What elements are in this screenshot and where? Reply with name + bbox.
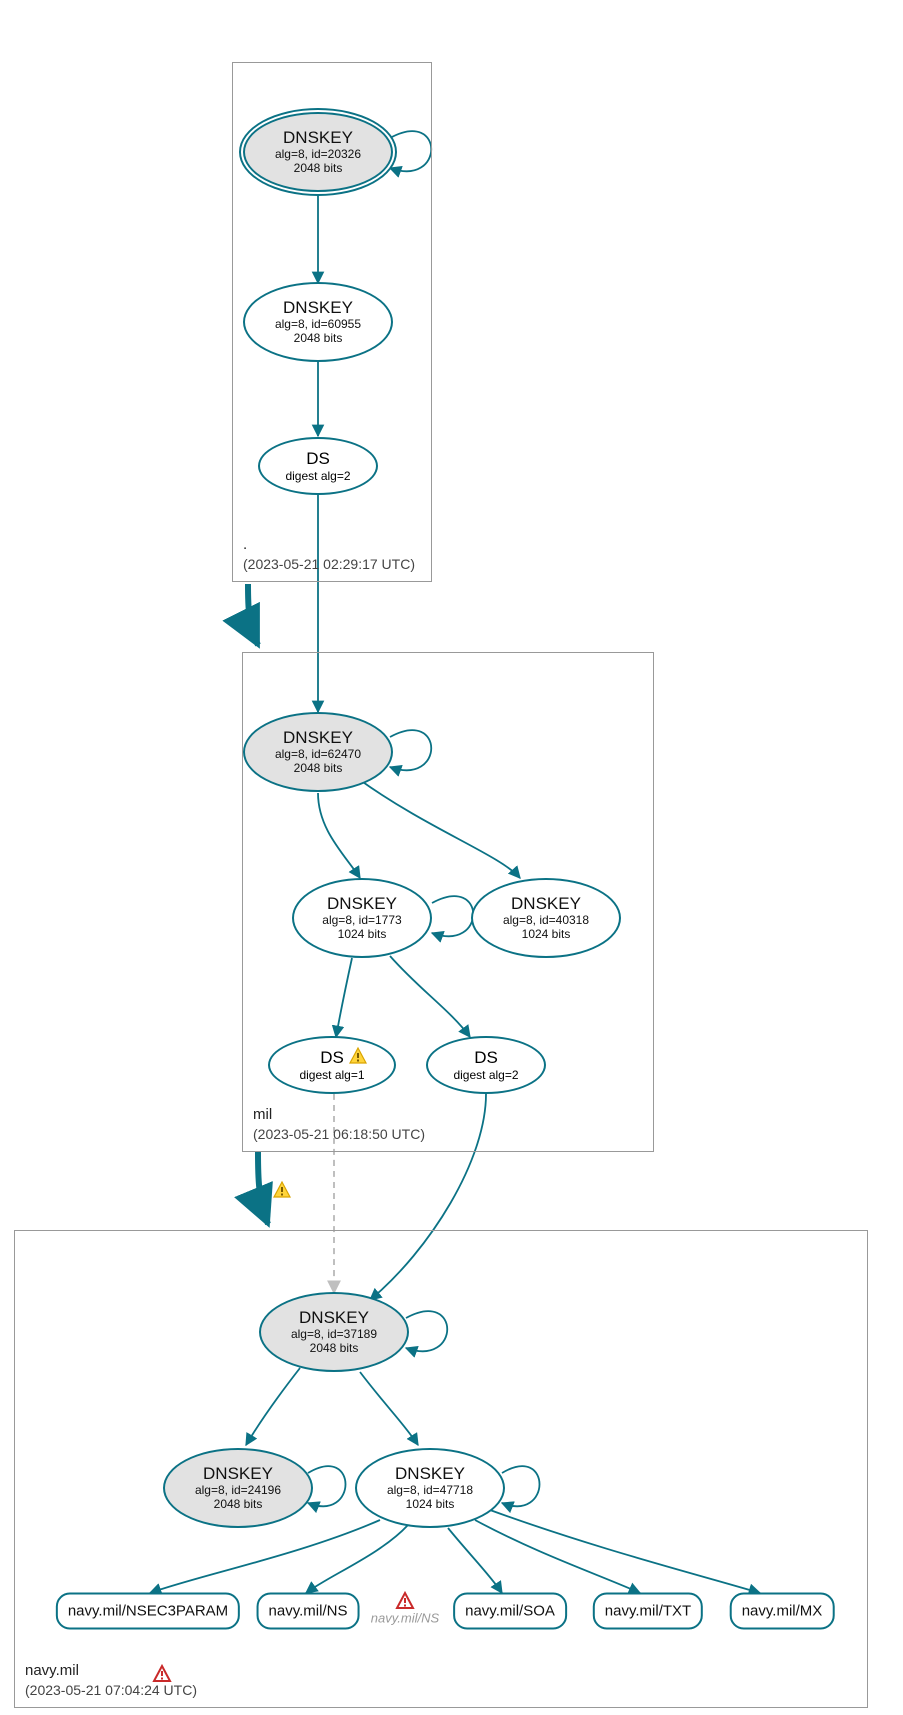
node-title: DNSKEY <box>357 1464 503 1484</box>
node-title: DNSKEY <box>245 298 391 318</box>
node-line1: alg=8, id=37189 <box>261 1328 407 1342</box>
node-mil-ds2[interactable]: DS digest alg=2 <box>426 1036 546 1094</box>
node-line1: digest alg=2 <box>260 469 376 483</box>
node-line2: 1024 bits <box>473 928 619 942</box>
record-ns-faded: navy.mil/NS <box>371 1611 439 1626</box>
node-line2: 2048 bits <box>245 762 391 776</box>
node-title: DNSKEY <box>294 894 430 914</box>
node-mil-zsk2[interactable]: DNSKEY alg=8, id=40318 1024 bits <box>471 878 621 958</box>
zone-root-name: . <box>243 535 415 555</box>
ds-text: DS <box>320 1048 344 1067</box>
node-root-zsk[interactable]: DNSKEY alg=8, id=60955 2048 bits <box>243 282 393 362</box>
node-line2: 2048 bits <box>261 1342 407 1356</box>
zone-mil-label: mil (2023-05-21 06:18:50 UTC) <box>253 1105 425 1143</box>
warning-icon <box>272 1180 292 1200</box>
node-title: DS <box>260 449 376 469</box>
zone-root-timestamp: (2023-05-21 02:29:17 UTC) <box>243 555 415 573</box>
node-navy-ksk[interactable]: DNSKEY alg=8, id=37189 2048 bits <box>259 1292 409 1372</box>
node-line2: 2048 bits <box>165 1498 311 1512</box>
node-line1: digest alg=1 <box>270 1068 394 1082</box>
warning-icon <box>348 1046 368 1066</box>
node-line1: alg=8, id=40318 <box>473 914 619 928</box>
zone-mil-timestamp: (2023-05-21 06:18:50 UTC) <box>253 1125 425 1143</box>
node-root-ds[interactable]: DS digest alg=2 <box>258 437 378 495</box>
error-icon <box>152 1664 172 1684</box>
node-navy-ksk2[interactable]: DNSKEY alg=8, id=24196 2048 bits <box>163 1448 313 1528</box>
node-line2: 2048 bits <box>245 162 391 176</box>
node-line2: 2048 bits <box>245 332 391 346</box>
node-title: DS <box>428 1048 544 1068</box>
node-title: DNSKEY <box>165 1464 311 1484</box>
node-root-ksk[interactable]: DNSKEY alg=8, id=20326 2048 bits <box>243 112 393 192</box>
zone-mil-name: mil <box>253 1105 425 1125</box>
node-line2: 1024 bits <box>357 1498 503 1512</box>
error-icon <box>395 1591 415 1611</box>
node-mil-zsk[interactable]: DNSKEY alg=8, id=1773 1024 bits <box>292 878 432 958</box>
record-soa[interactable]: navy.mil/SOA <box>453 1593 567 1630</box>
node-title: DNSKEY <box>245 128 391 148</box>
node-line1: alg=8, id=60955 <box>245 318 391 332</box>
node-title: DNSKEY <box>261 1308 407 1328</box>
node-line1: alg=8, id=1773 <box>294 914 430 928</box>
node-mil-ds1[interactable]: DS digest alg=1 <box>268 1036 396 1094</box>
node-line1: alg=8, id=24196 <box>165 1484 311 1498</box>
record-ns[interactable]: navy.mil/NS <box>257 1593 360 1630</box>
node-line1: digest alg=2 <box>428 1068 544 1082</box>
dnssec-graph: . (2023-05-21 02:29:17 UTC) mil (2023-05… <box>0 0 903 1715</box>
node-title: DS <box>270 1048 394 1068</box>
zone-root-label: . (2023-05-21 02:29:17 UTC) <box>243 535 415 573</box>
record-nsec3param[interactable]: navy.mil/NSEC3PARAM <box>56 1593 240 1630</box>
record-mx[interactable]: navy.mil/MX <box>730 1593 835 1630</box>
node-line1: alg=8, id=20326 <box>245 148 391 162</box>
record-txt[interactable]: navy.mil/TXT <box>593 1593 703 1630</box>
node-mil-ksk[interactable]: DNSKEY alg=8, id=62470 2048 bits <box>243 712 393 792</box>
node-title: DNSKEY <box>245 728 391 748</box>
node-navy-zsk[interactable]: DNSKEY alg=8, id=47718 1024 bits <box>355 1448 505 1528</box>
node-title: DNSKEY <box>473 894 619 914</box>
node-line1: alg=8, id=47718 <box>357 1484 503 1498</box>
node-line2: 1024 bits <box>294 928 430 942</box>
node-line1: alg=8, id=62470 <box>245 748 391 762</box>
